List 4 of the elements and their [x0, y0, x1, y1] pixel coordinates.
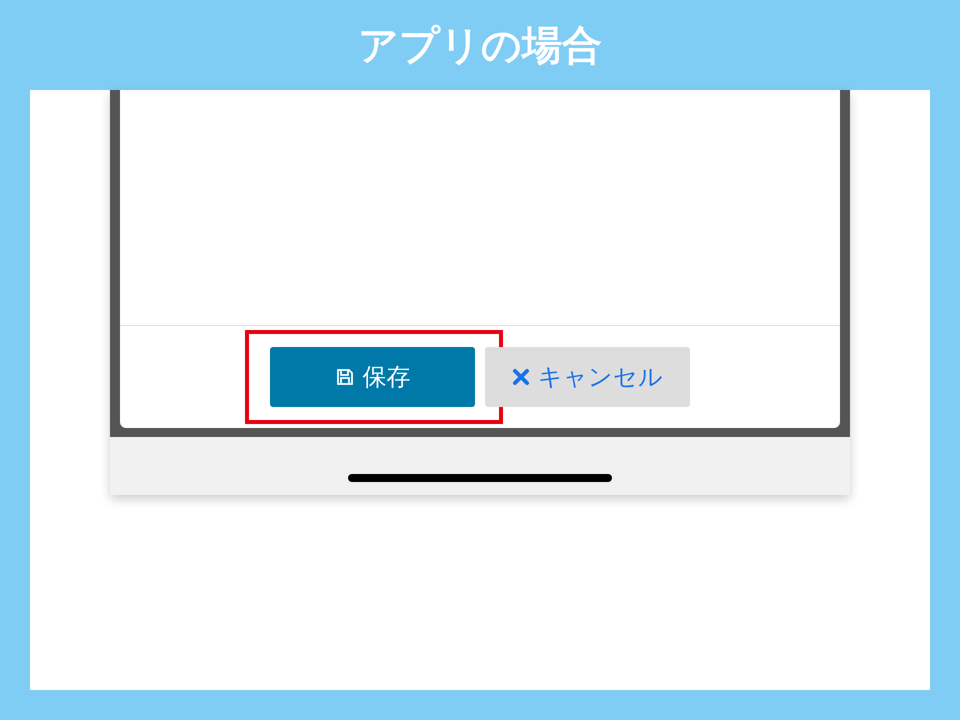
close-icon [512, 368, 530, 386]
cancel-button[interactable]: キャンセル [485, 347, 690, 407]
save-button[interactable]: 保存 [270, 347, 475, 407]
slide-title: アプリの場合 [358, 22, 602, 70]
